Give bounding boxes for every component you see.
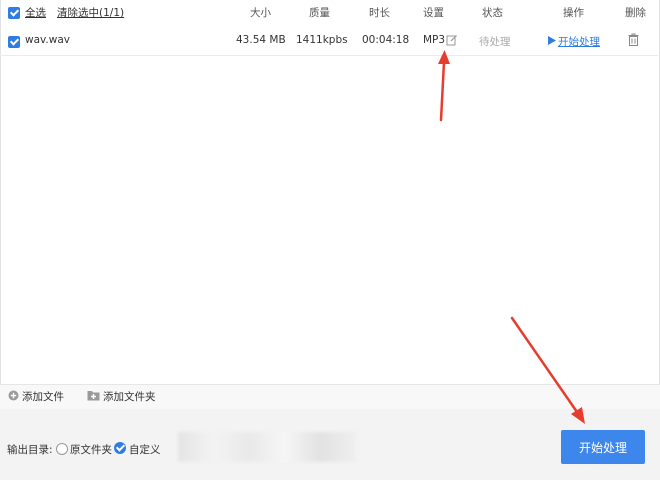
clear-selected-link[interactable]: 清除选中(1/1) <box>57 5 124 20</box>
output-dir-label: 输出目录: <box>7 444 53 456</box>
output-path-field[interactable] <box>178 432 356 462</box>
add-folder-button[interactable]: 添加文件夹 <box>103 389 156 404</box>
column-status-header: 状态 <box>482 7 503 19</box>
file-quality: 1411kpbs <box>296 34 348 46</box>
file-status: 待处理 <box>479 36 511 48</box>
radio-source-folder[interactable] <box>56 443 68 455</box>
file-format: MP3 <box>423 34 446 46</box>
folder-plus-icon[interactable] <box>87 390 100 401</box>
column-settings-header: 设置 <box>423 7 444 19</box>
column-size-header: 大小 <box>250 7 271 19</box>
play-icon[interactable] <box>548 36 556 45</box>
edit-icon[interactable] <box>446 34 458 46</box>
column-duration-header: 时长 <box>369 7 390 19</box>
radio-custom[interactable] <box>114 442 126 454</box>
file-duration: 00:04:18 <box>362 34 410 46</box>
add-file-button[interactable]: 添加文件 <box>22 389 64 404</box>
plus-circle-icon[interactable] <box>8 390 19 401</box>
select-all-link[interactable]: 全选 <box>25 5 46 20</box>
file-list-panel <box>0 0 660 409</box>
column-action-header: 操作 <box>563 7 584 19</box>
row-divider <box>0 55 660 56</box>
start-process-button[interactable]: 开始处理 <box>561 430 645 464</box>
file-size: 43.54 MB <box>236 34 286 46</box>
column-delete-header: 删除 <box>625 7 646 19</box>
file-name: wav.wav <box>25 34 70 46</box>
radio-custom-label[interactable]: 自定义 <box>129 442 161 457</box>
start-process-link[interactable]: 开始处理 <box>558 34 600 49</box>
select-all-checkbox[interactable] <box>8 7 20 19</box>
file-checkbox[interactable] <box>8 36 20 48</box>
trash-icon[interactable] <box>628 33 639 46</box>
radio-source-folder-label[interactable]: 原文件夹 <box>70 442 112 457</box>
column-quality-header: 质量 <box>309 7 330 19</box>
